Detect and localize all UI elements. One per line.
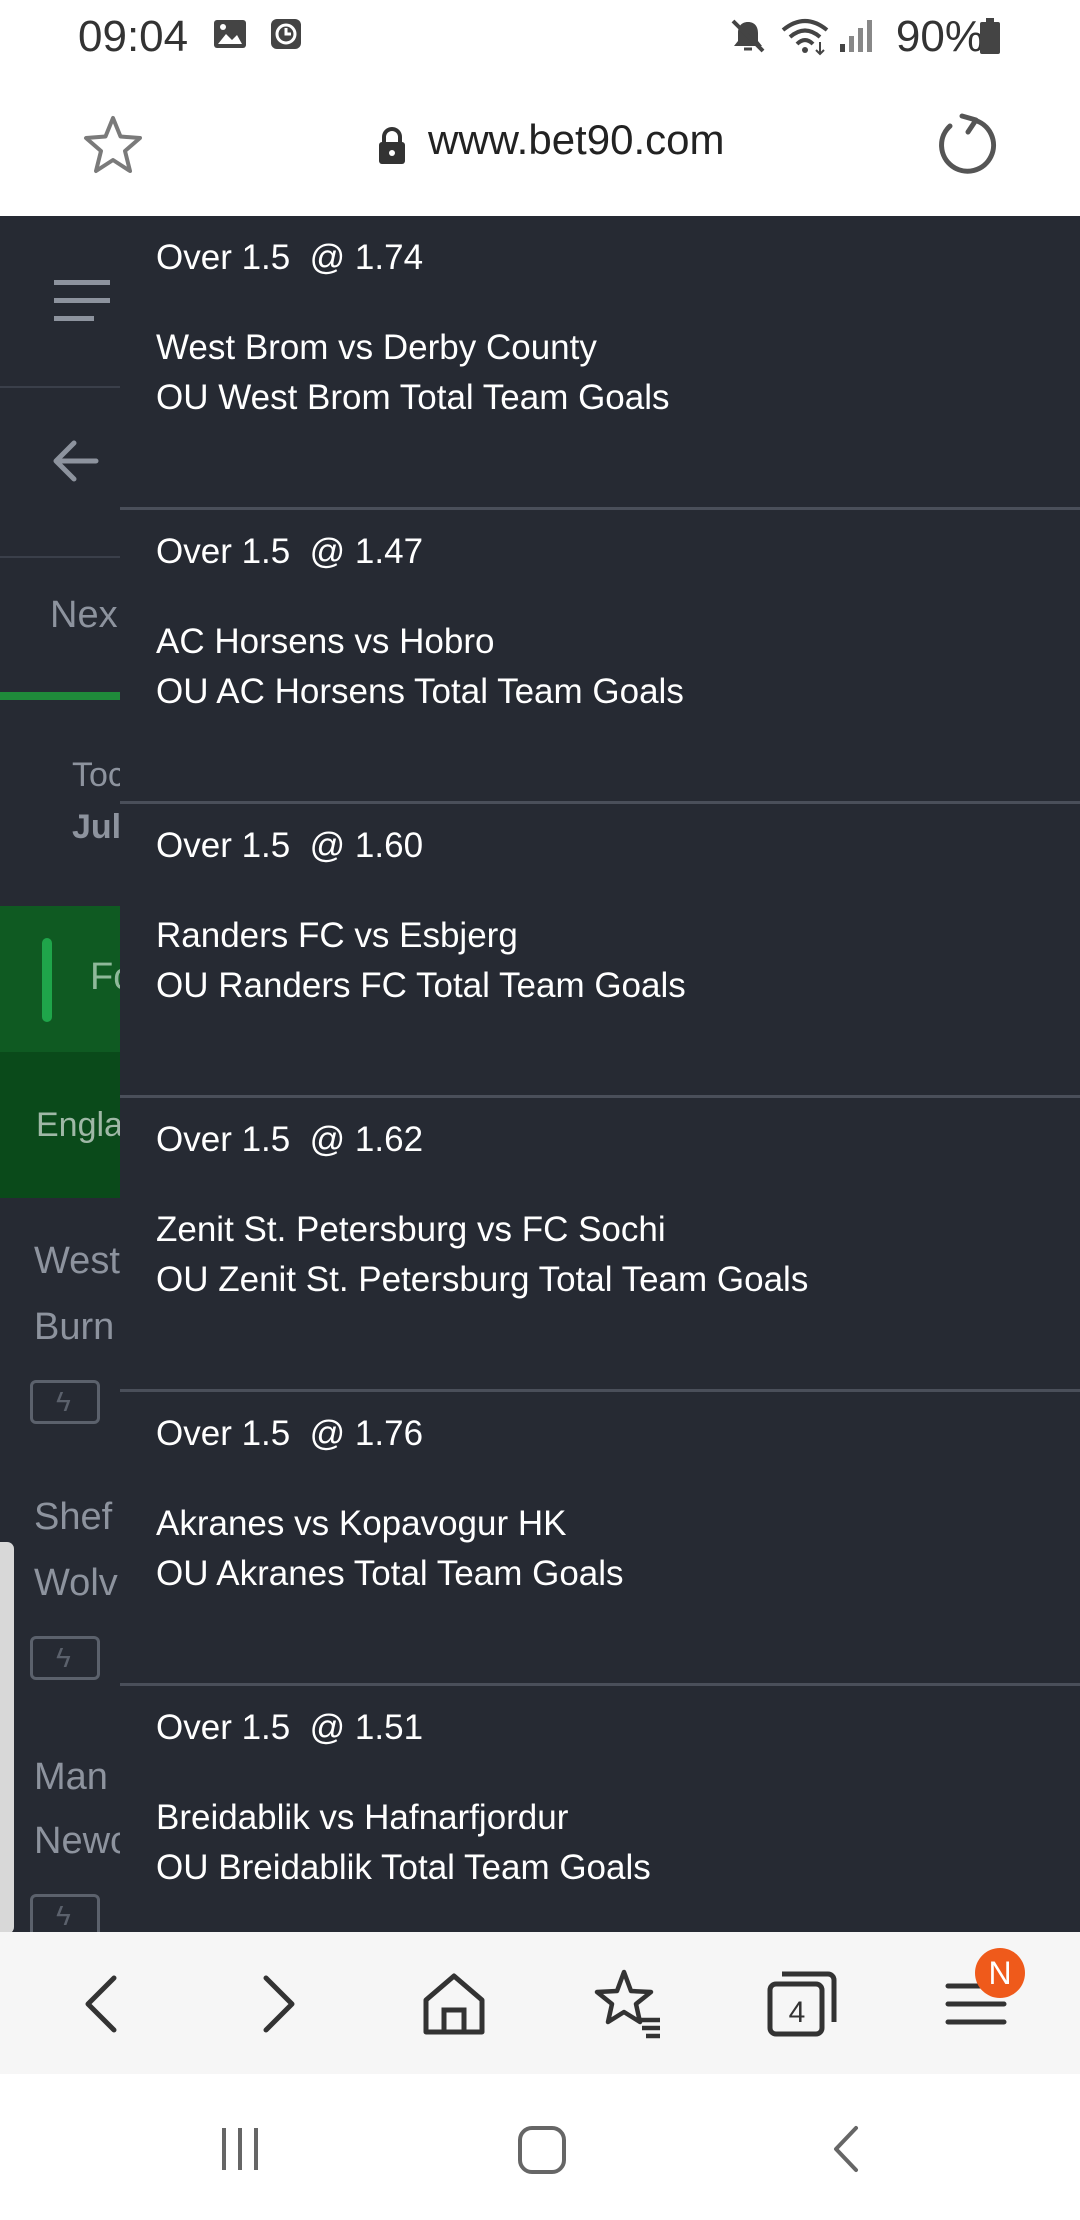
home-icon[interactable] — [414, 1964, 494, 2044]
bet-item[interactable]: Over 1.5 @ 1.60 Randers FC vs Esbjerg OU… — [120, 804, 1080, 1098]
bet-selection: Over 1.5 @ 1.60 — [156, 826, 424, 865]
match-team-fragment: Man — [34, 1756, 108, 1798]
status-time: 09:04 — [78, 12, 189, 61]
bet-match: Randers FC vs Esbjerg — [156, 916, 518, 955]
bet-match: West Brom vs Derby County — [156, 328, 597, 367]
betslip-panel: Over 1.5 @ 1.74 West Brom vs Derby Count… — [120, 216, 1080, 1932]
bet-match: Breidablik vs Hafnarfjordur — [156, 1798, 569, 1837]
bookmarks-icon[interactable] — [588, 1964, 668, 2044]
bet-match: Zenit St. Petersburg vs FC Sochi — [156, 1210, 666, 1249]
reload-icon[interactable] — [934, 112, 998, 181]
date-value-fragment: Jul — [72, 808, 122, 846]
match-team-fragment: Shef — [34, 1496, 113, 1538]
sport-tab-indicator — [42, 938, 52, 1022]
tabs-count: 4 — [788, 1996, 806, 2029]
wifi-icon — [780, 16, 830, 61]
nav-back-icon[interactable] — [62, 1964, 142, 2044]
recent-apps-icon[interactable] — [216, 2124, 266, 2179]
lock-icon — [376, 126, 408, 171]
bet-selection: Over 1.5 @ 1.76 — [156, 1414, 424, 1453]
bet-selection: Over 1.5 @ 1.74 — [156, 238, 424, 277]
live-bolt-icon[interactable]: ϟ — [30, 1380, 100, 1424]
status-bar: 09:04 90% — [0, 0, 1080, 72]
bet-market: OU Randers FC Total Team Goals — [156, 966, 686, 1005]
match-team-fragment: Newc — [34, 1820, 130, 1862]
bet-match: AC Horsens vs Hobro — [156, 622, 495, 661]
alarm-icon — [268, 16, 304, 57]
back-arrow-icon[interactable] — [50, 436, 100, 491]
tab-next-fragment[interactable]: Nex — [50, 594, 118, 637]
notification-badge: N — [975, 1948, 1025, 1998]
bet-item[interactable]: Over 1.5 @ 1.51 Breidablik vs Hafnarfjor… — [120, 1686, 1080, 1932]
system-back-icon[interactable] — [822, 2124, 872, 2179]
nav-forward-icon[interactable] — [238, 1964, 318, 2044]
bet-item[interactable]: Over 1.5 @ 1.62 Zenit St. Petersburg vs … — [120, 1098, 1080, 1392]
bet-market: OU Breidablik Total Team Goals — [156, 1848, 651, 1887]
bookmark-star-icon[interactable] — [82, 114, 144, 181]
divider — [0, 386, 120, 388]
browser-toolbar: www.bet90.com — [0, 72, 1080, 216]
bet-market: OU West Brom Total Team Goals — [156, 378, 670, 417]
bet-item[interactable]: Over 1.5 @ 1.74 West Brom vs Derby Count… — [120, 216, 1080, 510]
live-bolt-icon[interactable]: ϟ — [30, 1636, 100, 1680]
bet-market: OU Akranes Total Team Goals — [156, 1554, 624, 1593]
divider — [0, 556, 120, 558]
bet-selection: Over 1.5 @ 1.62 — [156, 1120, 424, 1159]
tabs-icon[interactable]: 4 — [762, 1964, 842, 2044]
bet-item[interactable]: Over 1.5 @ 1.76 Akranes vs Kopavogur HK … — [120, 1392, 1080, 1686]
date-label-fragment: Toc — [72, 756, 125, 794]
signal-icon — [836, 16, 876, 61]
bet-market: OU Zenit St. Petersburg Total Team Goals — [156, 1260, 809, 1299]
hamburger-menu-icon[interactable] — [54, 278, 110, 329]
browser-bottom-bar: 4 N — [0, 1932, 1080, 2074]
system-nav-bar — [0, 2074, 1080, 2220]
match-team-fragment: Wolv — [34, 1562, 118, 1604]
system-home-icon[interactable] — [516, 2124, 568, 2181]
live-bolt-icon[interactable]: ϟ — [30, 1894, 100, 1932]
bet-item[interactable]: Over 1.5 @ 1.47 AC Horsens vs Hobro OU A… — [120, 510, 1080, 804]
league-fragment: Engla — [36, 1106, 123, 1144]
url-field[interactable]: www.bet90.com — [428, 116, 724, 164]
bet-match: Akranes vs Kopavogur HK — [156, 1504, 567, 1543]
bet-market: OU AC Horsens Total Team Goals — [156, 672, 684, 711]
bet-selection: Over 1.5 @ 1.51 — [156, 1708, 424, 1747]
side-scroll-handle[interactable] — [0, 1542, 14, 1932]
match-team-fragment: West — [34, 1240, 120, 1282]
web-page: Nex Toc Jul Fo Engla West Burn ϟ Shef Wo… — [0, 216, 1080, 1932]
battery-icon — [978, 16, 1002, 61]
match-team-fragment: Burn — [34, 1306, 115, 1348]
mute-icon — [728, 16, 768, 61]
battery-percent: 90% — [895, 12, 984, 61]
background-site: Nex Toc Jul Fo Engla West Burn ϟ Shef Wo… — [0, 216, 134, 1932]
image-icon — [212, 16, 248, 57]
bet-selection: Over 1.5 @ 1.47 — [156, 532, 424, 571]
active-tab-indicator — [0, 692, 120, 700]
